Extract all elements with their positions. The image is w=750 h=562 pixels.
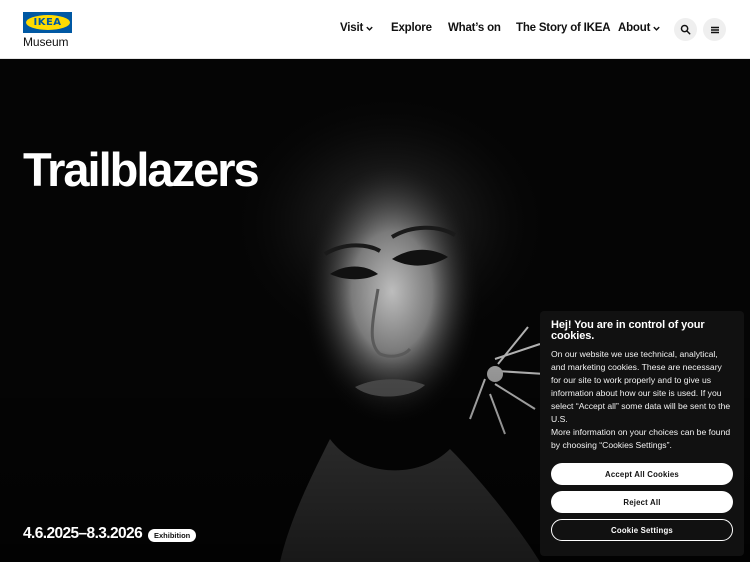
cookie-settings-button[interactable]: Cookie Settings	[551, 519, 733, 541]
menu-icon	[710, 26, 719, 33]
exhibition-badge: Exhibition	[148, 529, 197, 542]
ikea-museum-logo[interactable]: IKEA Museum	[23, 12, 73, 49]
nav-whats-on-label: What’s on	[448, 22, 501, 34]
nav-about-label: About	[618, 22, 651, 34]
ikea-logo-text: IKEA	[33, 17, 62, 28]
logo-subtitle: Museum	[23, 35, 69, 49]
nav-about[interactable]: About	[618, 22, 661, 34]
cookie-banner-text-2: More information on your choices can be …	[551, 427, 731, 450]
nav-story-of-ikea[interactable]: The Story of IKEA	[516, 22, 611, 34]
cookie-banner-title: Hej! You are in control of your cookies.	[551, 319, 705, 342]
reject-all-button[interactable]: Reject All	[551, 491, 733, 513]
nav-visit[interactable]: Visit	[340, 22, 374, 34]
menu-button[interactable]	[703, 18, 726, 41]
exhibition-dates: 4.6.2025–8.3.2026	[23, 525, 143, 542]
nav-story-of-ikea-label: The Story of IKEA	[516, 22, 611, 34]
nav-visit-label: Visit	[340, 22, 364, 34]
site-header: IKEA Museum Visit Explore What’s on The …	[0, 0, 750, 59]
cookie-consent-banner: Hej! You are in control of your cookies.…	[540, 311, 744, 556]
cookie-banner-text: On our website we use technical, analyti…	[551, 348, 733, 452]
nav-explore[interactable]: Explore	[391, 22, 432, 34]
search-icon	[680, 24, 691, 35]
accept-all-cookies-button[interactable]: Accept All Cookies	[551, 463, 733, 485]
chevron-down-icon	[653, 26, 660, 31]
search-button[interactable]	[674, 18, 697, 41]
nav-whats-on[interactable]: What’s on	[448, 22, 501, 34]
chevron-down-icon	[366, 26, 373, 31]
nav-explore-label: Explore	[391, 22, 432, 34]
hero-title: Trailblazers	[23, 143, 260, 196]
ikea-logo-badge: IKEA	[23, 12, 72, 33]
cookie-banner-text-1: On our website we use technical, analyti…	[551, 349, 731, 424]
